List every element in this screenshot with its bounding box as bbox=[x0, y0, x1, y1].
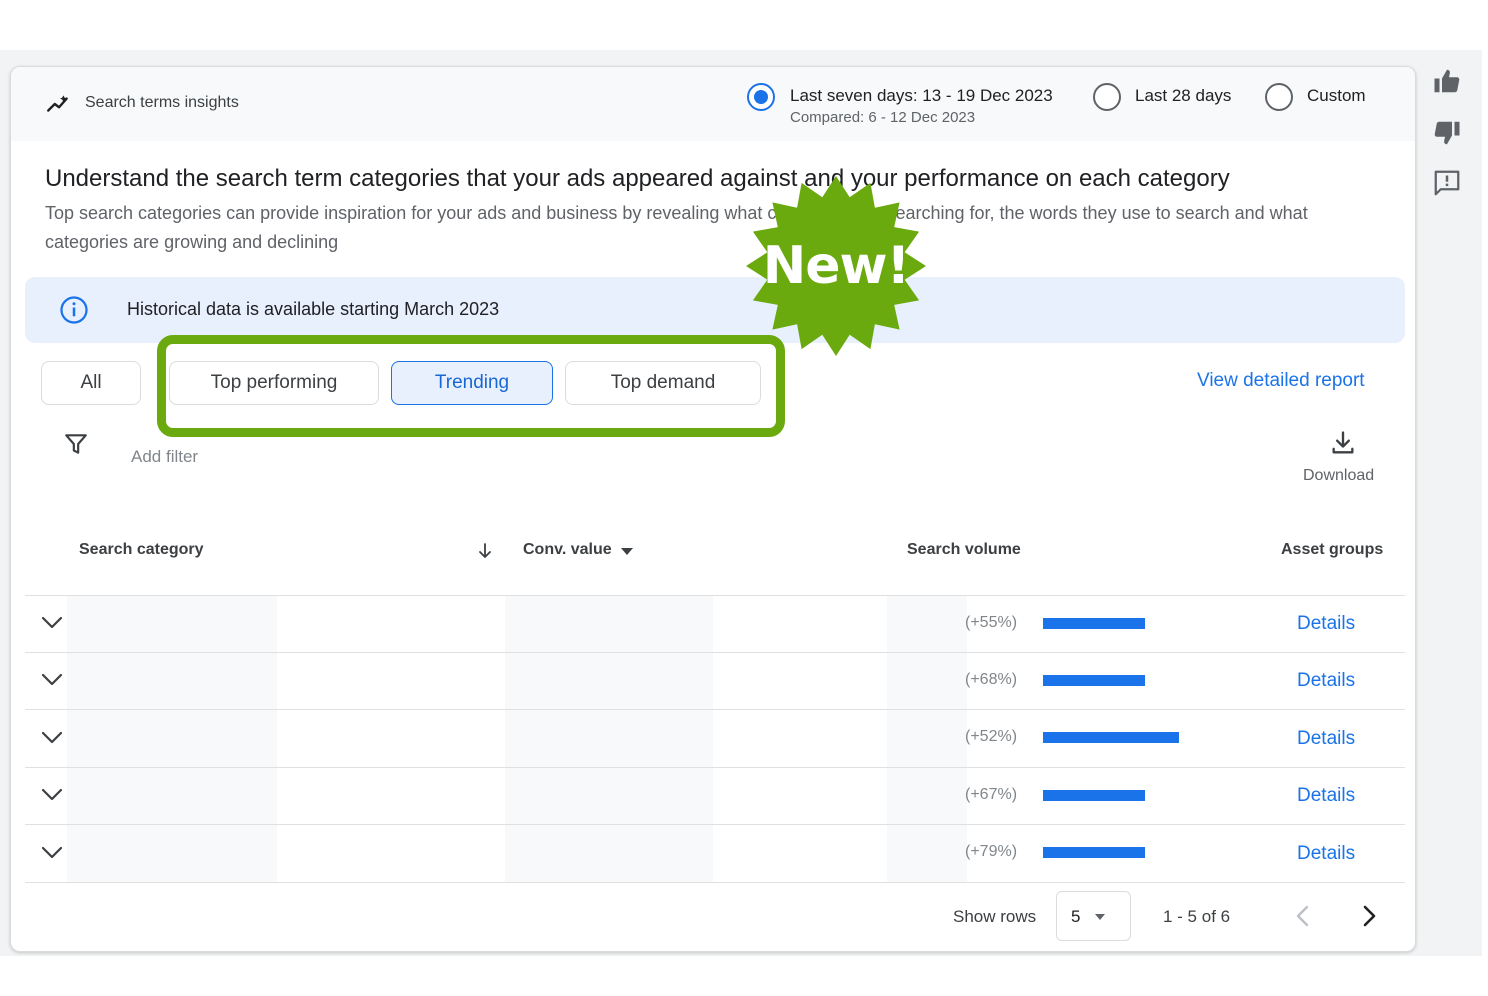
radio-custom-label[interactable]: Custom bbox=[1307, 86, 1366, 106]
thumbs-up-icon[interactable] bbox=[1432, 66, 1462, 96]
volume-change: (+79%) bbox=[965, 843, 1018, 860]
expand-chevron-icon[interactable] bbox=[39, 843, 65, 861]
details-link[interactable]: Details bbox=[1297, 613, 1355, 635]
download-label[interactable]: Download bbox=[1303, 467, 1374, 485]
show-rows-label: Show rows bbox=[953, 907, 1037, 926]
next-page-icon[interactable] bbox=[1357, 903, 1381, 929]
banner-text: Historical data is available starting Ma… bbox=[127, 299, 500, 319]
filter-icon[interactable] bbox=[63, 431, 89, 457]
chevron-down-icon[interactable] bbox=[619, 545, 635, 557]
radio-custom[interactable] bbox=[1265, 83, 1293, 111]
add-filter-input[interactable]: Add filter bbox=[131, 447, 198, 467]
card-header: Search terms insights Last seven days: 1… bbox=[11, 67, 1415, 141]
radio-last-seven-days[interactable] bbox=[747, 83, 775, 111]
pagination-range: 1 - 5 of 6 bbox=[1163, 907, 1231, 926]
details-link[interactable]: Details bbox=[1297, 670, 1355, 692]
page-description: Top search categories can provide inspir… bbox=[45, 203, 1308, 252]
expand-chevron-icon[interactable] bbox=[39, 613, 65, 631]
tabs-highlight-frame bbox=[157, 335, 785, 437]
volume-bar bbox=[1043, 847, 1145, 858]
expand-chevron-icon[interactable] bbox=[39, 728, 65, 746]
volume-change: (+67%) bbox=[965, 786, 1018, 803]
volume-bar bbox=[1043, 732, 1179, 743]
redacted-cells-conv bbox=[505, 596, 713, 882]
download-icon[interactable] bbox=[1329, 429, 1357, 457]
radio-last-28-days-label[interactable]: Last 28 days bbox=[1135, 86, 1231, 106]
insights-card: Search terms insights Last seven days: 1… bbox=[10, 66, 1416, 952]
page-headline: Understand the search term categories th… bbox=[45, 165, 1230, 192]
card-title: Search terms insights bbox=[85, 94, 239, 111]
trending-icon bbox=[47, 95, 68, 112]
row-divider bbox=[25, 824, 1405, 825]
redacted-cells-volume bbox=[887, 596, 967, 882]
info-banner: Historical data is available starting Ma… bbox=[25, 277, 1405, 343]
details-link[interactable]: Details bbox=[1297, 843, 1355, 865]
feedback-icon[interactable] bbox=[1432, 168, 1462, 198]
row-divider bbox=[25, 652, 1405, 653]
stage: Search terms insights Last seven days: 1… bbox=[0, 0, 1488, 996]
details-link[interactable]: Details bbox=[1297, 728, 1355, 750]
expand-chevron-icon[interactable] bbox=[39, 785, 65, 803]
rows-per-page-value[interactable]: 5 bbox=[1071, 907, 1080, 927]
volume-change: (+68%) bbox=[965, 671, 1018, 688]
expand-chevron-icon[interactable] bbox=[39, 670, 65, 688]
volume-bar bbox=[1043, 790, 1145, 801]
col-search-category[interactable]: Search category bbox=[79, 541, 204, 559]
col-conv-value[interactable]: Conv. value bbox=[523, 541, 612, 559]
new-badge-text: New! bbox=[762, 236, 911, 296]
chevron-down-icon[interactable] bbox=[1093, 912, 1107, 922]
sort-descending-icon[interactable] bbox=[475, 541, 495, 561]
footer-divider bbox=[25, 882, 1405, 883]
col-search-volume[interactable]: Search volume bbox=[907, 541, 1021, 559]
compared-range: Compared: 6 - 12 Dec 2023 bbox=[790, 109, 976, 126]
volume-change: (+52%) bbox=[965, 728, 1018, 745]
tab-all[interactable]: All bbox=[41, 361, 141, 405]
previous-page-icon[interactable] bbox=[1291, 903, 1315, 929]
volume-bar bbox=[1043, 618, 1145, 629]
volume-bar bbox=[1043, 675, 1145, 686]
details-link[interactable]: Details bbox=[1297, 785, 1355, 807]
redacted-cells-category bbox=[67, 596, 277, 882]
new-badge: New! bbox=[744, 174, 928, 358]
radio-last-28-days[interactable] bbox=[1093, 83, 1121, 111]
view-detailed-report-link[interactable]: View detailed report bbox=[1197, 370, 1365, 392]
thumbs-down-icon[interactable] bbox=[1432, 118, 1462, 148]
row-divider bbox=[25, 709, 1405, 710]
rows-per-page-select[interactable]: 5 bbox=[1056, 891, 1131, 941]
info-icon bbox=[60, 296, 88, 324]
volume-change: (+55%) bbox=[965, 614, 1018, 631]
col-asset-groups[interactable]: Asset groups bbox=[1281, 541, 1383, 559]
row-divider bbox=[25, 767, 1405, 768]
radio-last-seven-days-label[interactable]: Last seven days: 13 - 19 Dec 2023 bbox=[790, 86, 1053, 106]
